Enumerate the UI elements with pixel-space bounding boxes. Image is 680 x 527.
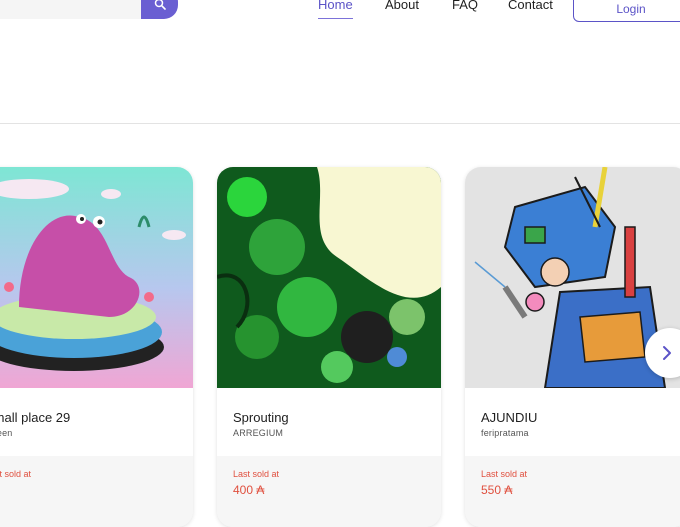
nft-image (0, 167, 193, 388)
nav-active-indicator (318, 18, 353, 19)
nft-image (217, 167, 441, 388)
last-sold-price: 400 ₳ (233, 483, 265, 497)
last-sold-label: Last sold at (481, 469, 528, 479)
last-sold-price: 550 ₳ (481, 483, 513, 497)
nav-contact[interactable]: Contact (508, 0, 553, 15)
nav-home[interactable]: Home (318, 0, 353, 15)
nft-title: Small place 29 (0, 410, 71, 425)
last-sold-label: Last sold at (0, 469, 32, 479)
nft-card[interactable]: Sprouting ARREGIUM Last sold at 400 ₳ (217, 167, 441, 527)
card-footer (0, 456, 193, 527)
search-input[interactable] (0, 0, 142, 19)
search-icon (154, 0, 166, 10)
login-button[interactable]: Login (573, 0, 680, 22)
nft-creator: feripratama (481, 428, 529, 438)
header-divider (0, 123, 680, 124)
nft-title: Sprouting (233, 410, 289, 425)
last-sold-label: Last sold at (233, 469, 280, 479)
search-button[interactable] (141, 0, 178, 19)
nav-about[interactable]: About (385, 0, 419, 15)
nav-faq[interactable]: FAQ (452, 0, 478, 15)
nft-creator: ARREGIUM (233, 428, 284, 438)
chevron-right-icon (663, 346, 671, 360)
nft-title: AJUNDIU (481, 410, 538, 425)
login-label: Login (616, 2, 646, 16)
nft-card[interactable]: Small place 29 Tween Last sold at ₳ (0, 167, 193, 527)
nft-creator: Tween (0, 428, 13, 438)
